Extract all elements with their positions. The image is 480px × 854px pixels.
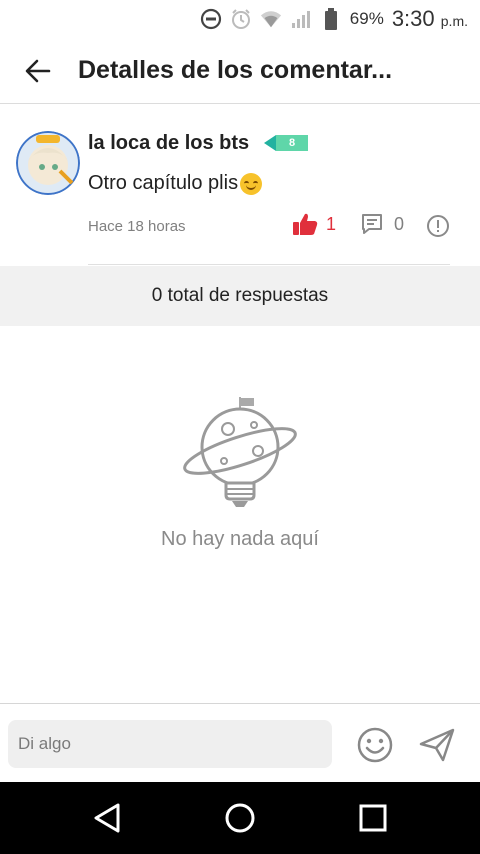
exclamation-circle-icon (427, 215, 449, 237)
battery-percent: 69% (349, 9, 384, 28)
page-title: Detalles de los comentar... (78, 56, 393, 84)
nav-back-button[interactable] (77, 788, 137, 848)
square-recents-icon (359, 804, 387, 832)
comment-input[interactable] (8, 720, 332, 768)
speech-bubble-icon (362, 214, 382, 234)
comment-body: Otro capítulo plis (88, 172, 239, 194)
replies-summary-bar: 0 total de respuestas (0, 266, 480, 326)
comment-divider (88, 264, 450, 265)
nav-recents-button[interactable] (343, 788, 403, 848)
reply-count: 0 (394, 213, 405, 234)
replies-total-label: 0 total de respuestas (151, 285, 329, 306)
back-button[interactable] (8, 41, 68, 101)
thumbs-up-icon (293, 213, 318, 235)
smiling-face-emoji-icon (240, 172, 263, 195)
comment-text: Otro capítulo plis (88, 172, 263, 195)
app-header: Detalles de los comentar... (0, 38, 480, 104)
alarm-icon (230, 8, 252, 30)
level-number: 8 (276, 135, 308, 151)
triangle-back-icon (94, 803, 120, 833)
empty-state-message: No hay nada aquí (161, 528, 319, 550)
username[interactable]: la loca de los bts (88, 132, 249, 155)
clock-period: p.m. (440, 13, 468, 29)
like-count: 1 (326, 213, 337, 234)
level-flag-icon (264, 135, 276, 151)
like-button[interactable]: 1 (292, 212, 336, 236)
emoji-button[interactable] (356, 726, 394, 764)
status-bar: 69% 3:30 p.m. (0, 0, 480, 38)
avatar[interactable] (16, 131, 80, 195)
circle-home-icon (225, 803, 255, 833)
nav-home-button[interactable] (210, 788, 270, 848)
level-badge: 8 (264, 135, 308, 151)
wifi-icon (260, 8, 282, 30)
clock: 3:30 p.m. (392, 6, 468, 32)
send-button[interactable] (418, 726, 456, 764)
arrow-left-icon (25, 59, 51, 82)
comment-timestamp: Hace 18 horas (88, 218, 186, 235)
do-not-disturb-icon (200, 8, 222, 30)
system-nav-bar (0, 782, 480, 854)
empty-state-lightbulb-planet-icon (180, 395, 300, 515)
comment-input-bar (0, 703, 480, 782)
clock-time: 3:30 (391, 6, 435, 31)
smiley-icon (357, 727, 393, 763)
reply-button[interactable]: 0 (360, 212, 404, 236)
battery-icon (320, 8, 342, 30)
signal-icon (290, 8, 312, 30)
report-button[interactable] (426, 214, 450, 243)
paper-plane-icon (419, 728, 455, 762)
